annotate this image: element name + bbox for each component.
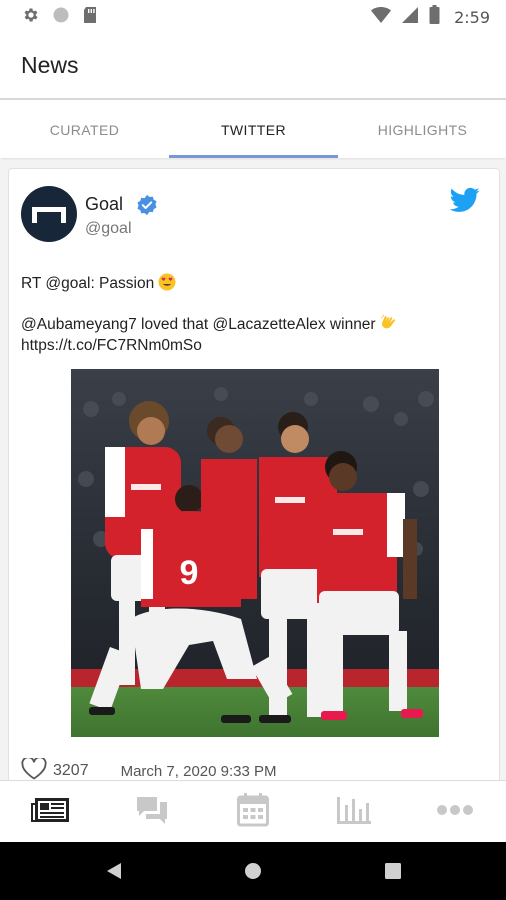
status-left-icons [22,6,98,29]
calendar-icon [236,792,269,832]
avatar[interactable] [21,186,77,242]
wifi-icon [371,6,392,29]
bar-chart-icon [336,795,372,830]
newspaper-icon [30,795,72,830]
system-navigation-bar [0,842,506,900]
nav-chat[interactable] [101,781,202,843]
page-title: News [21,52,79,78]
heart-icon[interactable] [21,755,47,781]
goal-logo-icon [32,207,66,223]
tweet-text-line: RT @goal: Passion [21,275,155,292]
tweet-image[interactable]: 9 [71,369,439,737]
nav-stats[interactable] [303,781,404,843]
tweet-link[interactable]: https://t.co/FC7RNm0mSo [21,335,489,356]
bottom-navigation [0,780,506,842]
tab-curated[interactable]: CURATED [0,102,169,158]
app-bar: News [0,32,506,100]
football-celebration-photo: 9 [71,369,439,737]
tweet-text-line: @Aubameyang7 loved that @LacazetteAlex w… [21,316,376,333]
raising-hands-emoji-icon [380,314,398,332]
more-icon [436,803,474,821]
tab-bar: CURATED TWITTER HIGHLIGHTS [0,102,506,158]
author-handle[interactable]: @goal [85,220,132,238]
circle-icon [52,6,70,29]
home-icon[interactable] [243,861,263,881]
active-tab-indicator [169,155,338,158]
sd-card-icon [82,6,98,29]
heart-eyes-emoji-icon [158,273,176,291]
nav-more[interactable] [404,781,505,843]
signal-icon [401,6,419,29]
tweet-card[interactable]: Goal @goal RT @goal: Passion @Aubameyang… [8,168,500,780]
tab-highlights[interactable]: HIGHLIGHTS [338,102,506,158]
tweet-footer: 3207 March 7, 2020 9:33 PM [21,755,277,781]
settings-icon [22,6,40,29]
chat-icon [136,795,168,830]
status-bar: 2:59 [0,0,506,32]
status-right-icons: 2:59 [371,5,490,29]
like-count: 3207 [53,762,89,779]
tweet-text: RT @goal: Passion @Aubameyang7 loved tha… [21,273,489,376]
nav-news[interactable] [0,781,101,843]
tweet-feed[interactable]: Goal @goal RT @goal: Passion @Aubameyang… [0,160,506,780]
recents-icon[interactable] [383,861,403,881]
tweet-date: March 7, 2020 9:33 PM [120,762,277,780]
status-time: 2:59 [454,7,490,27]
battery-icon [429,5,440,29]
verified-badge-icon [136,194,158,216]
twitter-bird-icon[interactable] [449,187,480,218]
author-name[interactable]: Goal [85,194,123,215]
nav-calendar[interactable] [202,781,303,843]
tab-twitter[interactable]: TWITTER [169,102,338,158]
svg-text:9: 9 [180,554,199,592]
back-icon[interactable] [104,861,124,881]
